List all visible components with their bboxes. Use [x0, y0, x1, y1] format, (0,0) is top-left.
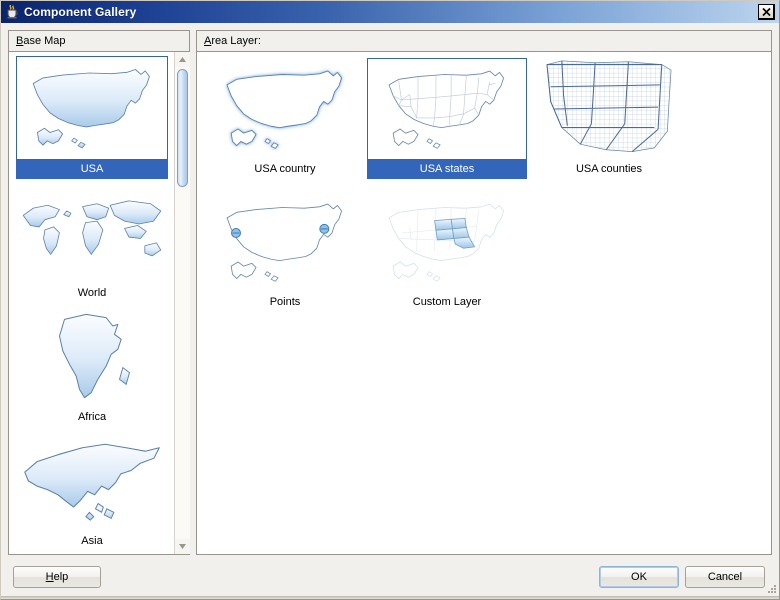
usa-states-map-icon [388, 70, 504, 149]
base-map-thumb-asia [16, 428, 168, 532]
base-map-item-world[interactable]: World [16, 180, 168, 303]
dialog-footer: Help OK Cancel [1, 555, 779, 599]
asia-filled-map-icon [24, 443, 160, 521]
scroll-up-arrow-icon[interactable] [174, 52, 190, 67]
java-coffee-cup-icon [4, 4, 20, 20]
area-layer-thumb-points [205, 191, 365, 293]
area-layer-panel-body: USA country USA states USA counties Poin… [197, 52, 771, 554]
usa-points-map-icon [226, 203, 342, 282]
area-layer-thumb-custom-layer [367, 191, 527, 293]
base-map-panel-body: USA World Africa Asia [9, 52, 190, 554]
base-map-item-africa[interactable]: Africa [16, 304, 168, 427]
base-map-item-asia[interactable]: Asia [16, 428, 168, 551]
close-button[interactable] [758, 4, 775, 20]
base-map-panel: Base Map USA World Africa Asia [8, 30, 190, 555]
area-layer-item-points[interactable]: Points [205, 191, 365, 312]
base-map-label-world: World [77, 287, 107, 299]
scrollbar-track[interactable] [174, 67, 190, 539]
resize-grip[interactable] [763, 583, 777, 597]
usa-country-outline-icon [226, 70, 343, 149]
area-layer-thumb-usa-country [205, 58, 365, 160]
area-layer-label-custom-layer: Custom Layer [412, 296, 482, 308]
base-map-thumb-partial [16, 552, 168, 554]
window-title: Component Gallery [24, 5, 137, 19]
title-bar[interactable]: Component Gallery [1, 1, 779, 23]
base-map-list[interactable]: USA World Africa Asia [9, 52, 174, 554]
area-layer-label-points: Points [269, 296, 301, 308]
base-map-thumb-world [16, 180, 168, 284]
base-map-label-usa: USA [16, 160, 168, 179]
area-layer-grid[interactable]: USA country USA states USA counties Poin… [197, 52, 771, 554]
africa-filled-map-icon [59, 313, 131, 399]
area-layer-label-usa-states: USA states [367, 160, 527, 179]
scroll-down-arrow-icon[interactable] [174, 539, 190, 554]
usa-custom-layer-map-icon [388, 203, 504, 282]
area-layer-panel: Area Layer: USA country USA states USA c… [196, 30, 772, 555]
component-gallery-dialog: Component Gallery Base Map USA World Afr… [0, 0, 780, 600]
area-layer-item-custom-layer[interactable]: Custom Layer [367, 191, 527, 312]
base-map-thumb-usa [16, 56, 168, 160]
area-layer-item-usa-states[interactable]: USA states [367, 58, 527, 179]
usa-counties-map-icon [546, 60, 672, 152]
area-layer-thumb-usa-states [367, 58, 527, 160]
area-layer-item-usa-counties[interactable]: USA counties [529, 58, 689, 179]
dialog-content: Base Map USA World Africa Asia Area Laye… [1, 23, 779, 555]
scrollbar-thumb[interactable] [176, 69, 188, 187]
footer-button-group: OK Cancel [599, 566, 765, 588]
help-button[interactable]: Help [13, 566, 101, 588]
area-layer-label-usa-counties: USA counties [575, 163, 643, 175]
base-map-scrollbar[interactable] [174, 52, 190, 554]
base-map-label-africa: Africa [77, 411, 107, 423]
base-map-item-partial[interactable] [16, 552, 168, 554]
base-map-label-asia: Asia [81, 535, 103, 547]
area-layer-label-rest: rea Layer: [211, 35, 261, 47]
ok-button[interactable]: OK [599, 566, 679, 588]
base-map-item-usa[interactable]: USA [16, 56, 168, 179]
base-map-label-rest: ase Map [23, 35, 66, 47]
cancel-button[interactable]: Cancel [685, 566, 765, 588]
area-layer-item-usa-country[interactable]: USA country [205, 58, 365, 179]
help-label-rest: elp [53, 571, 69, 583]
world-filled-map-icon [22, 200, 162, 257]
area-layer-panel-header: Area Layer: [197, 31, 771, 52]
area-layer-label-usa-country: USA country [254, 163, 316, 175]
base-map-panel-header: Base Map [9, 31, 189, 52]
base-map-thumb-africa [16, 304, 168, 408]
help-mnemonic: H [45, 571, 54, 583]
area-layer-thumb-usa-counties [529, 58, 689, 160]
window-bottom-edge [1, 596, 779, 599]
usa-filled-map-icon [32, 69, 150, 149]
